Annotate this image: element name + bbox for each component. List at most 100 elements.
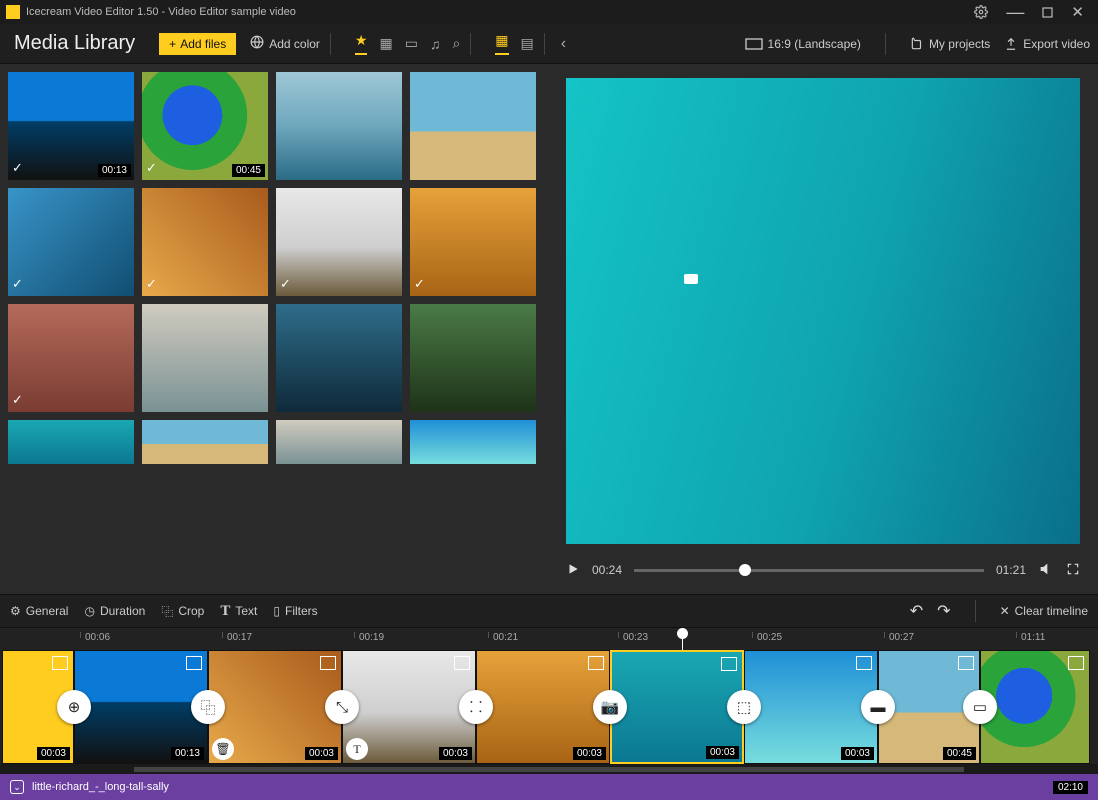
clip-badge-icon[interactable]: T <box>346 738 368 760</box>
timeline-clip[interactable]: 00:03 🗑 <box>208 650 342 764</box>
timeline-clip[interactable]: 00:03 <box>744 650 878 764</box>
media-thumb[interactable] <box>410 304 536 412</box>
play-icon[interactable] <box>566 562 580 579</box>
media-thumb[interactable] <box>276 304 402 412</box>
maximize-icon[interactable] <box>1042 7 1053 18</box>
clip-crop-button[interactable]: ⿻Crop <box>161 603 204 620</box>
media-grid: ✓00:13✓00:45 ✓ ✓ ✓ ✓ ✓ <box>0 64 548 594</box>
collapse-library-button[interactable]: ‹ <box>555 35 572 53</box>
clip-badge-icon[interactable]: 🗑 <box>212 738 234 760</box>
close-icon[interactable]: ✕ <box>1071 3 1084 21</box>
check-icon: ✓ <box>12 276 23 292</box>
media-thumb[interactable] <box>142 420 268 464</box>
my-projects-label: My projects <box>929 37 990 51</box>
clip-text-label: Text <box>235 604 257 618</box>
app-icon <box>6 5 20 19</box>
filter-video-icon[interactable]: ▦ <box>379 35 392 52</box>
transition-button[interactable]: ▬ <box>861 690 895 724</box>
ruler-tick: 00:21 <box>488 632 518 638</box>
clip-frame-icon <box>1068 656 1084 670</box>
media-thumb[interactable]: ✓ <box>8 188 134 296</box>
transition-button[interactable]: 📷 <box>593 690 627 724</box>
clip-filters-button[interactable]: ▯ Filters <box>273 604 317 618</box>
clip-duration: 00:03 <box>305 747 338 760</box>
export-video-button[interactable]: Export video <box>1004 37 1090 51</box>
text-icon: T <box>220 603 230 620</box>
transition-button[interactable]: ⤡ <box>325 690 359 724</box>
titlebar: Icecream Video Editor 1.50 - Video Edito… <box>0 0 1098 24</box>
ruler-tick: 00:23 <box>618 632 648 638</box>
media-thumb[interactable] <box>276 72 402 180</box>
transition-button[interactable]: ⸬ <box>459 690 493 724</box>
timeline-clip[interactable]: 00:03T <box>342 650 476 764</box>
clip-general-button[interactable]: ⚙General <box>10 604 68 618</box>
media-thumb[interactable] <box>142 304 268 412</box>
media-thumb[interactable] <box>276 420 402 464</box>
settings-icon[interactable] <box>974 5 988 19</box>
clip-duration: 00:03 <box>706 746 739 759</box>
redo-icon[interactable]: ↷ <box>937 601 950 621</box>
media-thumb[interactable]: ✓ <box>410 188 536 296</box>
transition-button[interactable]: ▭ <box>963 690 997 724</box>
check-icon: ✓ <box>414 276 425 292</box>
add-files-label: Add files <box>180 37 226 51</box>
transition-button[interactable]: ⬚ <box>727 690 761 724</box>
grid-small-icon[interactable]: ▤ <box>521 35 534 52</box>
preview-slider-knob[interactable] <box>739 564 751 576</box>
grid-large-icon[interactable]: ▦ <box>495 32 508 55</box>
my-projects-button[interactable]: My projects <box>910 37 990 51</box>
timeline-clip[interactable]: 00:03 <box>476 650 610 764</box>
ruler-tick: 01:11 <box>1016 632 1045 638</box>
check-icon: ✓ <box>280 276 291 292</box>
check-icon: ✓ <box>146 276 157 292</box>
timeline-ruler[interactable]: 00:0600:1700:1900:2100:2300:2500:2701:11 <box>0 628 1098 650</box>
audio-track[interactable]: ⌄ little-richard_-_long-tall-sally 02:10 <box>0 774 1098 800</box>
filter-audio-icon[interactable]: ♫ <box>430 36 441 52</box>
separator <box>330 33 331 55</box>
video-track[interactable]: 00:03⊕00:13⿻00:03🗑⤡00:03T⸬00:03📷00:03⬚00… <box>0 650 1098 764</box>
filter-star-icon[interactable]: ★ <box>355 32 368 55</box>
media-thumb[interactable] <box>410 72 536 180</box>
clip-frame-icon <box>958 656 974 670</box>
media-thumb[interactable]: ✓ <box>142 188 268 296</box>
preview-slider[interactable] <box>634 569 984 572</box>
media-thumb[interactable]: ✓00:45 <box>142 72 268 180</box>
audio-expand-icon[interactable]: ⌄ <box>10 780 24 794</box>
aspect-ratio-button[interactable]: 16:9 (Landscape) <box>745 37 861 51</box>
ruler-tick: 00:06 <box>80 632 110 638</box>
aspect-ratio-label: 16:9 (Landscape) <box>768 37 861 51</box>
transition-button[interactable]: ⊕ <box>57 690 91 724</box>
gear-icon: ⚙ <box>10 604 21 618</box>
search-icon[interactable]: ⌕ <box>452 35 460 52</box>
minimize-icon[interactable]: — <box>1006 2 1024 23</box>
volume-icon[interactable] <box>1038 561 1054 580</box>
separator <box>544 33 545 55</box>
media-thumb[interactable]: ✓ <box>8 304 134 412</box>
add-color-button[interactable]: Add color <box>250 35 320 52</box>
fullscreen-icon[interactable] <box>1066 562 1080 579</box>
clip-duration-label: Duration <box>100 604 145 618</box>
timeline-scrollbar[interactable] <box>0 764 1098 774</box>
preview-canvas[interactable] <box>566 78 1080 544</box>
clear-timeline-button[interactable]: ✕Clear timeline <box>1000 604 1088 618</box>
media-thumb[interactable]: ✓ <box>276 188 402 296</box>
plus-icon: + <box>169 37 176 51</box>
transition-button[interactable]: ⿻ <box>191 690 225 724</box>
add-files-button[interactable]: + Add files <box>159 33 236 55</box>
clip-filters-label: Filters <box>285 604 318 618</box>
filter-image-icon[interactable]: ▭ <box>405 35 418 52</box>
clip-toolbar: ⚙General ◷Duration ⿻Crop TText ▯Filters … <box>0 594 1098 628</box>
media-thumb[interactable]: ✓00:13 <box>8 72 134 180</box>
clip-duration-button[interactable]: ◷Duration <box>84 604 145 618</box>
media-thumb[interactable] <box>8 420 134 464</box>
timeline-clip[interactable]: 00:03 <box>610 650 744 764</box>
separator <box>885 33 886 55</box>
filters-icon: ▯ <box>273 604 280 618</box>
timeline: 00:0600:1700:1900:2100:2300:2500:2701:11… <box>0 628 1098 774</box>
timeline-clip[interactable]: 00:13 <box>74 650 208 764</box>
clip-text-button[interactable]: T Text <box>220 603 257 620</box>
check-icon: ✓ <box>12 392 23 408</box>
audio-clip-name: little-richard_-_long-tall-sally <box>32 781 169 793</box>
undo-icon[interactable]: ↶ <box>910 601 923 621</box>
media-thumb[interactable] <box>410 420 536 464</box>
